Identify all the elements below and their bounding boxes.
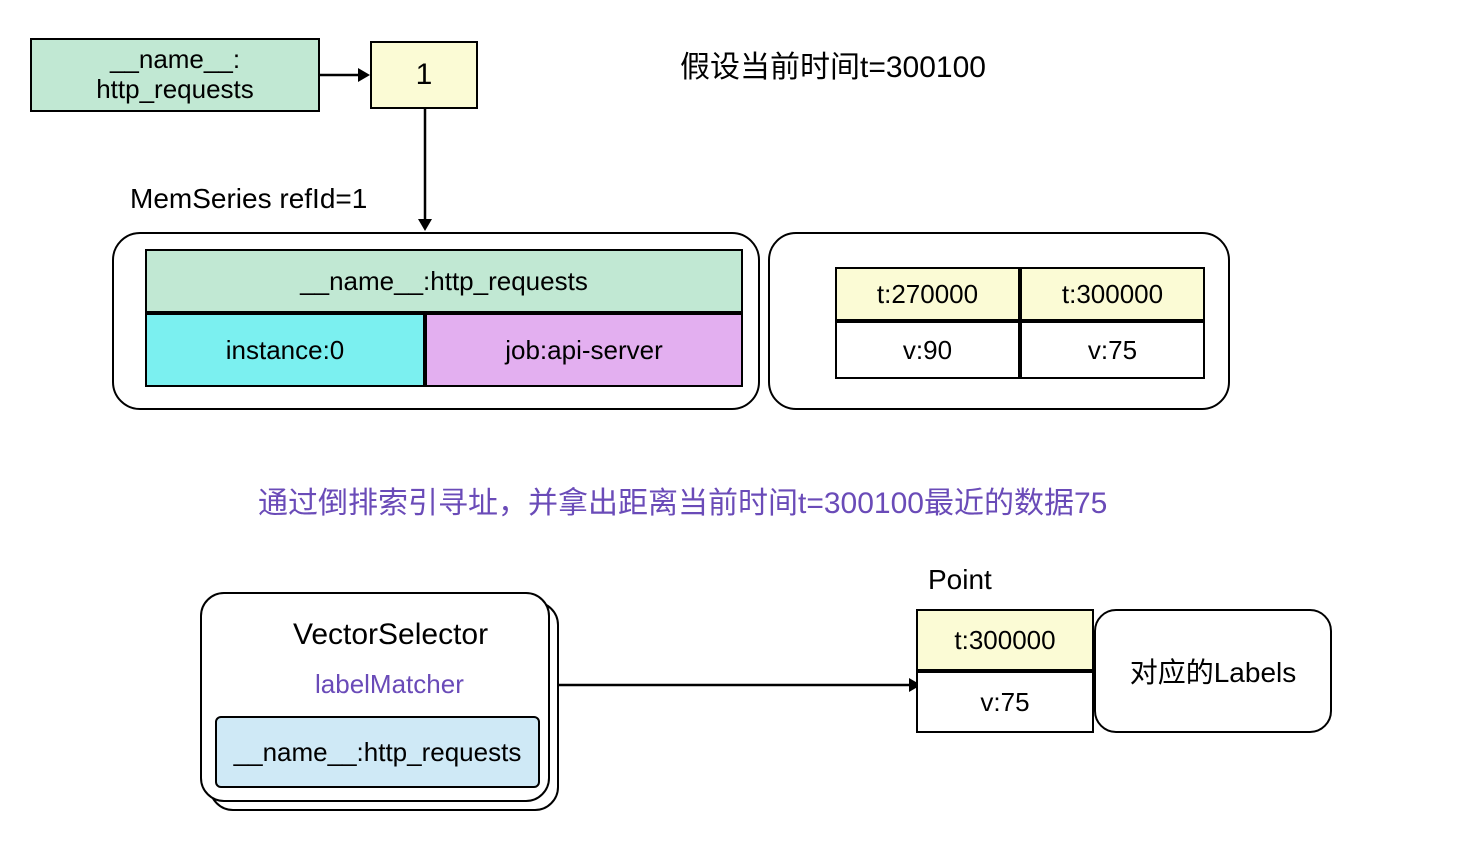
arrow-refid-to-memseries <box>410 109 440 233</box>
point-title: Point <box>928 564 992 596</box>
sample-t2: t:300000 <box>1020 267 1205 321</box>
point-v-box: v:75 <box>916 671 1094 733</box>
memseries-title: MemSeries refId=1 <box>130 183 367 215</box>
name-label-line2: http_requests <box>96 75 254 105</box>
sample-t1: t:270000 <box>835 267 1020 321</box>
point-t-box: t:300000 <box>916 609 1094 671</box>
name-label-line1: __name__: <box>110 45 240 75</box>
vector-selector-title: VectorSelector <box>293 618 488 652</box>
ref-id-box: 1 <box>370 41 478 109</box>
labels-box: 对应的Labels <box>1094 609 1332 733</box>
arrow-name-to-refid <box>320 60 375 90</box>
label-matcher-box: __name__:http_requests <box>215 716 540 788</box>
memseries-instance-box: instance:0 <box>145 313 425 387</box>
middle-note: 通过倒排索引寻址，并拿出距离当前时间t=300100最近的数据75 <box>258 478 1107 522</box>
assumption-text: 假设当前时间t=300100 <box>680 42 986 86</box>
arrow-vectorselector-to-point <box>559 670 922 700</box>
name-label-box: __name__: http_requests <box>30 38 320 112</box>
sample-v1: v:90 <box>835 321 1020 379</box>
sample-v2: v:75 <box>1020 321 1205 379</box>
vector-selector-subtitle: labelMatcher <box>315 669 464 700</box>
labels-text: 对应的Labels <box>1130 651 1297 691</box>
memseries-job-box: job:api-server <box>425 313 743 387</box>
memseries-name-box: __name__:http_requests <box>145 249 743 313</box>
